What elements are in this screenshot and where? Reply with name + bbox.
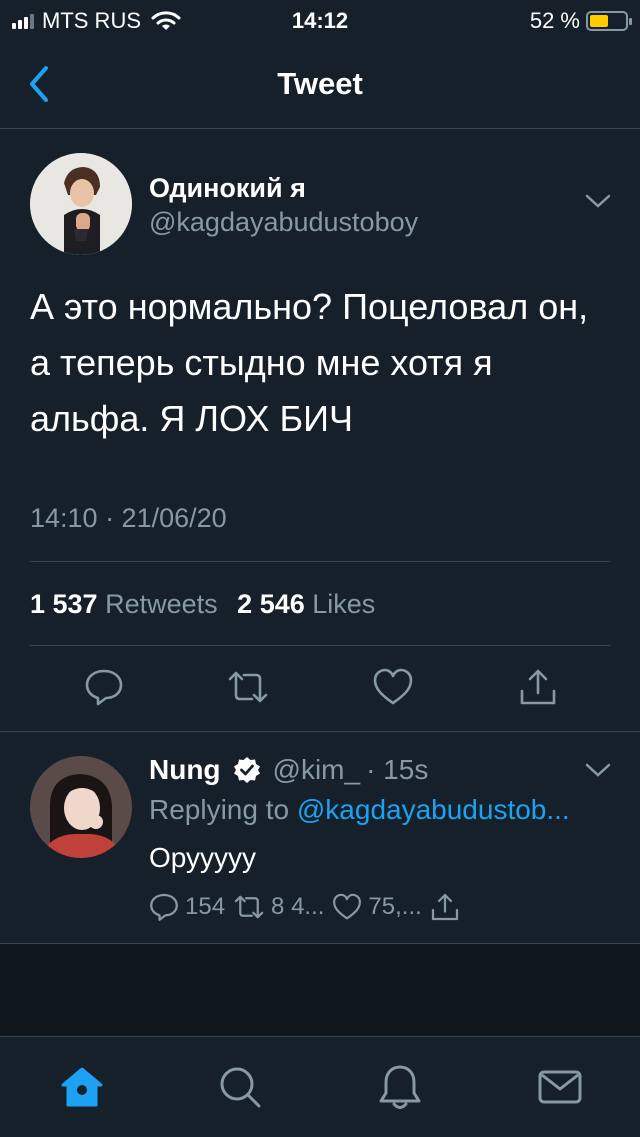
- likes-count[interactable]: 2 546: [237, 589, 305, 619]
- tweet-stats: 1 537 Retweets 2 546 Likes: [30, 589, 387, 620]
- empty-area: [0, 944, 640, 1036]
- tweet-actions: [0, 667, 640, 709]
- divider: [30, 561, 610, 562]
- replying-to: Replying to @kagdayabudustob...: [149, 794, 609, 826]
- notifications-icon[interactable]: [376, 1063, 424, 1113]
- navigation-bar: Tweet: [0, 42, 640, 129]
- likes-label[interactable]: Likes: [312, 589, 375, 619]
- like-count: 75,...: [368, 893, 422, 920]
- battery-percent: 52 %: [529, 8, 580, 33]
- reply-text: Орууууу: [149, 842, 257, 873]
- reply-reply-button[interactable]: 154: [149, 892, 225, 922]
- reply-count: 154: [185, 893, 226, 920]
- battery-icon: [586, 11, 632, 31]
- chevron-down-icon[interactable]: [584, 193, 612, 209]
- reply-actions: 154 8 4... 75,...: [149, 892, 474, 922]
- divider: [30, 645, 610, 646]
- replying-prefix: Replying to: [149, 794, 290, 825]
- reply-retweet-button[interactable]: 8 4...: [233, 892, 324, 922]
- messages-icon[interactable]: [536, 1063, 584, 1111]
- reply-author-handle[interactable]: @kim_: [273, 754, 361, 786]
- author-avatar[interactable]: [30, 153, 132, 255]
- reply-time: · 15s: [366, 754, 429, 785]
- tweet-text: А это нормально? Поцеловал он, а теперь …: [30, 286, 589, 439]
- author-name[interactable]: Одинокий я: [149, 173, 306, 204]
- tweet-timestamp[interactable]: 14:10 · 21/06/20: [30, 503, 227, 534]
- verified-badge-icon: [233, 757, 260, 783]
- retweets-count[interactable]: 1 537: [30, 589, 98, 619]
- share-icon: [431, 893, 458, 921]
- reply-author-avatar[interactable]: [30, 756, 132, 858]
- tab-bar: [0, 1036, 640, 1137]
- like-icon[interactable]: [372, 667, 414, 707]
- status-bar: MTS RUS 14:12 52 %: [0, 0, 640, 42]
- reply-header: Nung @kim_ · 15s: [149, 754, 428, 786]
- page-title: Tweet: [277, 66, 363, 101]
- retweet-icon: [234, 895, 264, 919]
- replying-handle-link[interactable]: @kagdayabudustob...: [297, 794, 570, 825]
- reply-icon: [150, 893, 178, 921]
- reply-author-name[interactable]: Nung: [149, 754, 221, 786]
- reply-tweet[interactable]: Nung @kim_ · 15s Replying to @kagdayabud…: [0, 732, 640, 942]
- share-icon[interactable]: [518, 667, 558, 707]
- reply-like-button[interactable]: 75,...: [332, 892, 422, 922]
- like-icon: [333, 893, 362, 920]
- chevron-down-icon[interactable]: [584, 762, 612, 778]
- retweet-count: 8 4...: [271, 893, 325, 920]
- retweet-icon[interactable]: [226, 667, 270, 707]
- home-icon[interactable]: [58, 1063, 106, 1111]
- avatar-illustration: [30, 153, 132, 255]
- reply-icon[interactable]: [84, 667, 124, 707]
- reply-share-button[interactable]: [430, 892, 466, 922]
- search-icon[interactable]: [216, 1063, 264, 1111]
- retweets-label[interactable]: Retweets: [105, 589, 218, 619]
- author-handle[interactable]: @kagdayabudustoboy: [149, 207, 418, 238]
- avatar-photo: [30, 756, 132, 858]
